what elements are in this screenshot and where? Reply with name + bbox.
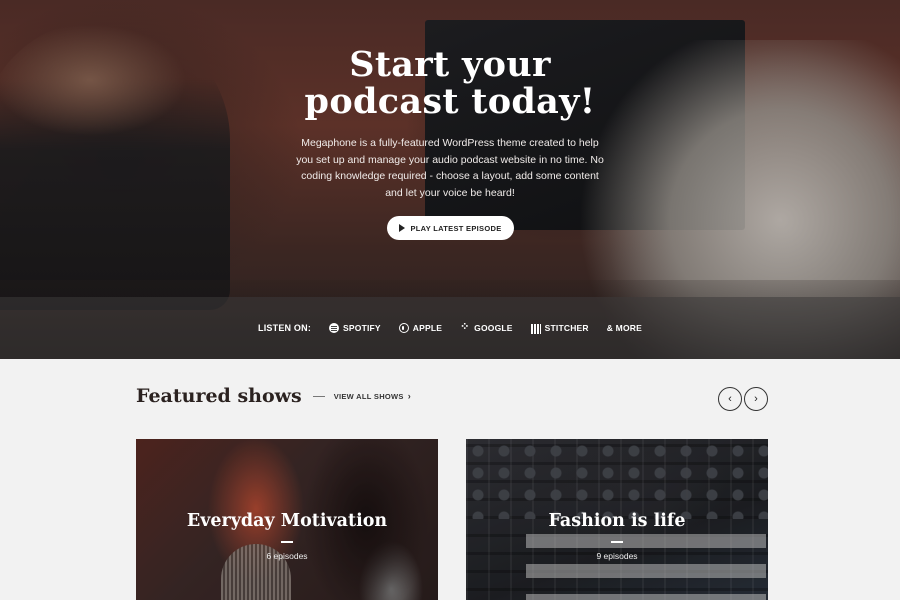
platform-link-stitcher[interactable]: STITCHER [530,322,589,334]
carousel-prev-button[interactable]: ‹ [718,387,742,411]
view-all-label: VIEW ALL SHOWS [333,392,404,401]
episode-count: 6 episodes [266,550,308,561]
show-title: Everyday Motivation [186,511,388,531]
chevron-left-icon: ‹ [728,393,732,405]
card-content: Everyday Motivation 6 episodes [136,511,438,561]
episode-count: 9 episodes [596,550,638,561]
platform-link-google[interactable]: GOOGLE [460,320,513,333]
hero-content: Start your podcast today! Megaphone is a… [0,46,900,240]
show-card-fashion-is-life[interactable]: Fashion is life 9 episodes [466,439,768,600]
card-content: Fashion is life 9 episodes [466,511,768,561]
platform-link-spotify[interactable]: SPOTIFY [329,323,381,333]
platform-label: & MORE [606,323,642,333]
carousel-controls: ‹ › [718,387,768,411]
play-icon [398,224,405,232]
show-card-everyday-motivation[interactable]: Everyday Motivation 6 episodes [136,439,438,600]
hero-section: Start your podcast today! Megaphone is a… [0,0,900,359]
play-button-label: PLAY LATEST EPISODE [410,223,502,233]
platform-link-more[interactable]: & MORE [607,323,642,333]
card-divider [281,541,293,543]
apple-podcasts-icon [398,323,409,333]
spotify-icon [329,323,340,333]
platform-label: SPOTIFY [343,323,381,333]
carousel-next-button[interactable]: › [744,387,768,411]
show-title: Fashion is life [548,511,686,531]
title-divider [312,395,325,397]
platform-link-apple[interactable]: APPLE [398,323,443,333]
play-latest-episode-button[interactable]: PLAY LATEST EPISODE [386,216,514,240]
platform-label: GOOGLE [474,323,513,333]
google-podcasts-icon [460,320,470,333]
platform-label: APPLE [412,323,443,333]
featured-shows-header: Featured shows VIEW ALL SHOWS › [136,385,411,407]
listen-on-label: LISTEN ON: [258,323,312,333]
hero-description: Megaphone is a fully-featured WordPress … [296,137,604,199]
stitcher-icon [530,324,541,334]
view-all-shows-link[interactable]: VIEW ALL SHOWS › [334,391,411,401]
hero-title: Start your podcast today! [304,44,596,122]
platform-label: STITCHER [544,323,589,333]
listen-on-bar: LISTEN ON: SPOTIFY APPLE GOOGLE STITCHER… [0,297,900,359]
chevron-right-icon: › [407,391,412,401]
chevron-right-icon: › [754,393,758,405]
featured-shows-title: Featured shows [136,385,302,407]
card-divider [611,541,623,543]
